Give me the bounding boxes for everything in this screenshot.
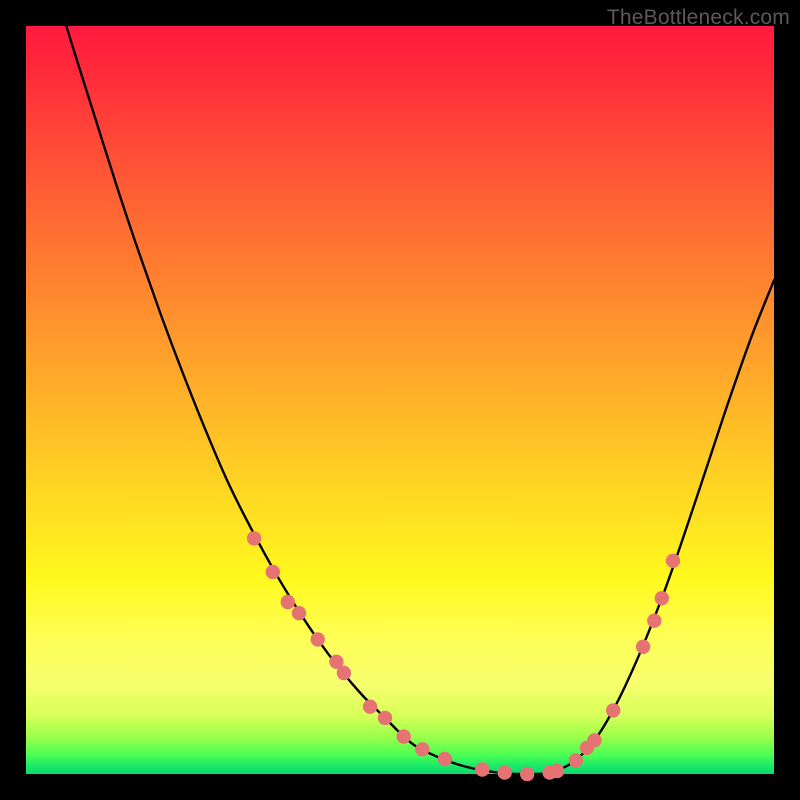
curve-marker [266, 565, 280, 579]
curve-marker [587, 733, 601, 747]
curve-marker [520, 767, 534, 781]
curve-marker [569, 753, 583, 767]
curve-marker [247, 531, 261, 545]
curve-marker [498, 765, 512, 779]
curve-marker [363, 700, 377, 714]
curve-markers [247, 531, 680, 781]
curve-marker [655, 591, 669, 605]
watermark-text: TheBottleneck.com [607, 6, 790, 30]
curve-marker [292, 606, 306, 620]
curve-marker [378, 711, 392, 725]
curve-marker [550, 764, 564, 778]
curve-marker [606, 703, 620, 717]
chart-frame: TheBottleneck.com [0, 0, 800, 800]
chart-svg [26, 26, 774, 774]
curve-marker [647, 614, 661, 628]
curve-marker [281, 595, 295, 609]
bottleneck-curve [26, 0, 774, 774]
curve-marker [415, 742, 429, 756]
curve-marker [666, 554, 680, 568]
curve-marker [438, 752, 452, 766]
plot-area [26, 26, 774, 774]
curve-marker [636, 640, 650, 654]
curve-marker [337, 666, 351, 680]
curve-marker [311, 632, 325, 646]
curve-marker [475, 762, 489, 776]
curve-marker [397, 729, 411, 743]
